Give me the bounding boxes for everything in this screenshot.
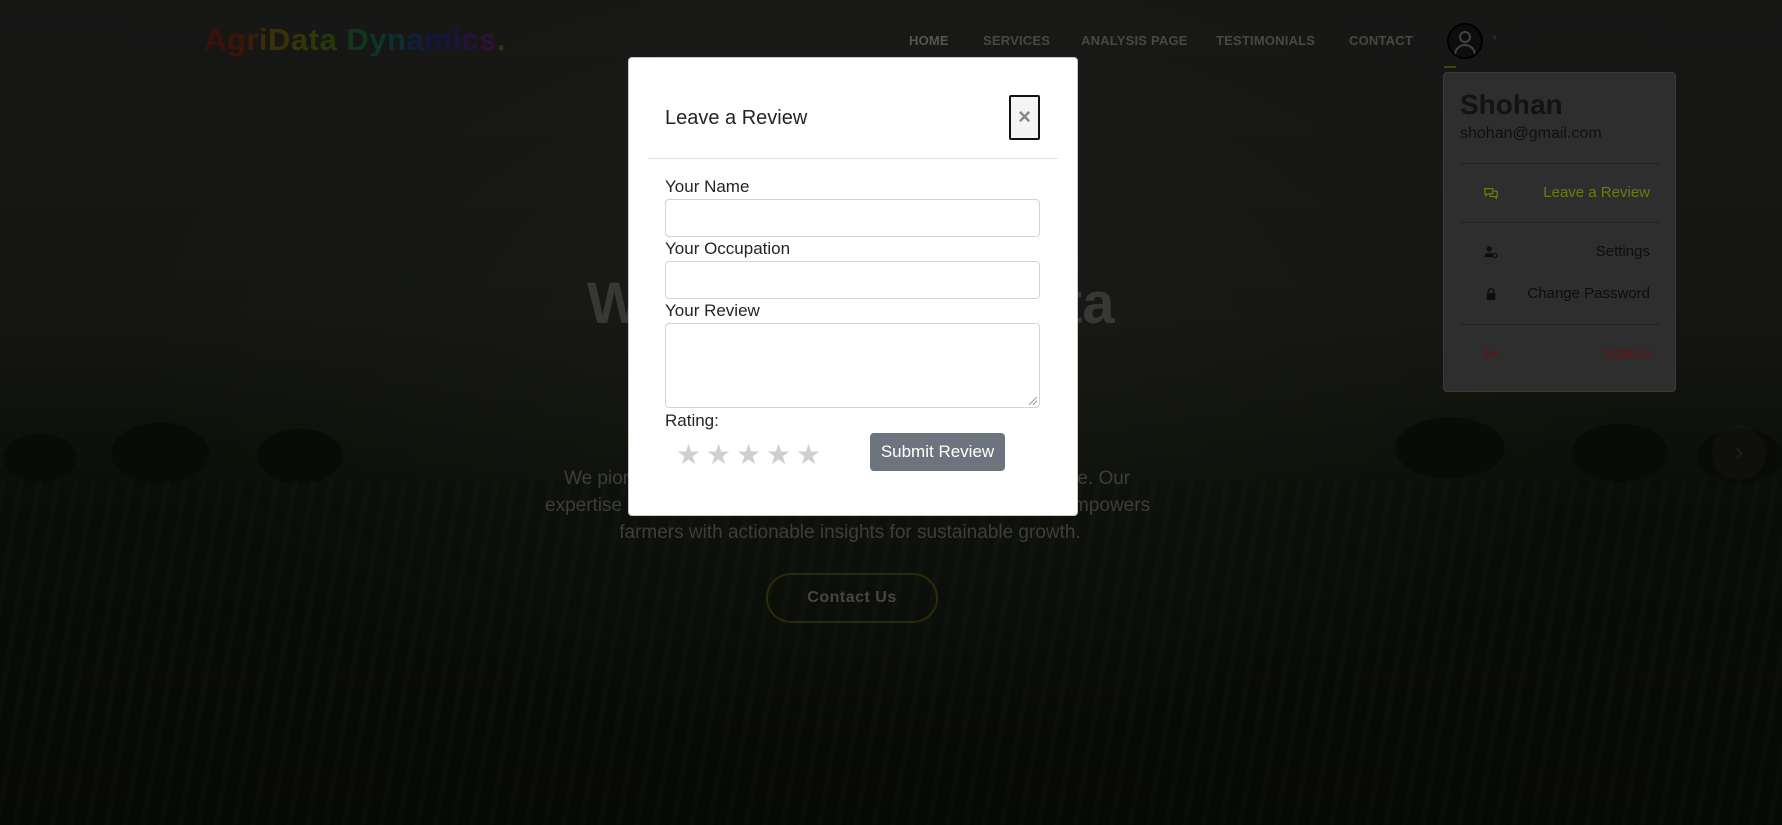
dropdown-divider — [1460, 163, 1660, 164]
star-icon[interactable]: ★ — [676, 440, 701, 470]
dropdown-divider — [1460, 324, 1660, 325]
modal-header-divider — [648, 158, 1058, 159]
comments-icon — [1484, 188, 1498, 200]
rating-label: Rating: — [665, 411, 719, 430]
menu-item-change-password[interactable]: Change Password — [1460, 284, 1660, 304]
resize-handle[interactable] — [1029, 397, 1037, 405]
dropdown-divider — [1460, 222, 1660, 223]
name-input[interactable] — [665, 199, 1040, 237]
close-button[interactable]: × — [1009, 95, 1040, 140]
menu-item-label: Leave a Review — [1543, 184, 1650, 201]
menu-item-leave-review[interactable]: Leave a Review — [1460, 183, 1660, 203]
review-modal: Leave a Review × Your Name Your Occupati… — [628, 57, 1078, 516]
user-gear-icon — [1484, 246, 1498, 259]
review-label: Your Review — [665, 301, 760, 320]
menu-item-settings[interactable]: Settings — [1460, 242, 1660, 262]
star-icon[interactable]: ★ — [706, 440, 731, 470]
occupation-label: Your Occupation — [665, 239, 791, 258]
star-icon[interactable]: ★ — [766, 440, 791, 470]
profile-dropdown: Shohan shohan@gmail.com Leave a Review S… — [1443, 72, 1676, 392]
name-label: Your Name — [665, 177, 750, 196]
sign-out-icon — [1485, 347, 1498, 359]
menu-item-label: Change Password — [1527, 285, 1650, 302]
submit-review-button[interactable]: Submit Review — [870, 433, 1005, 471]
modal-title: Leave a Review — [665, 107, 808, 129]
menu-item-logout[interactable]: Logout — [1460, 343, 1660, 363]
review-textarea[interactable] — [665, 323, 1040, 408]
lock-icon — [1486, 288, 1496, 301]
profile-name: Shohan — [1460, 89, 1563, 120]
menu-item-label: Logout — [1604, 344, 1650, 361]
star-icon[interactable]: ★ — [796, 440, 821, 470]
profile-email: shohan@gmail.com — [1460, 125, 1602, 142]
menu-item-label: Settings — [1595, 243, 1650, 260]
star-icon[interactable]: ★ — [736, 440, 761, 470]
occupation-input[interactable] — [665, 261, 1040, 299]
close-icon: × — [1018, 104, 1031, 129]
